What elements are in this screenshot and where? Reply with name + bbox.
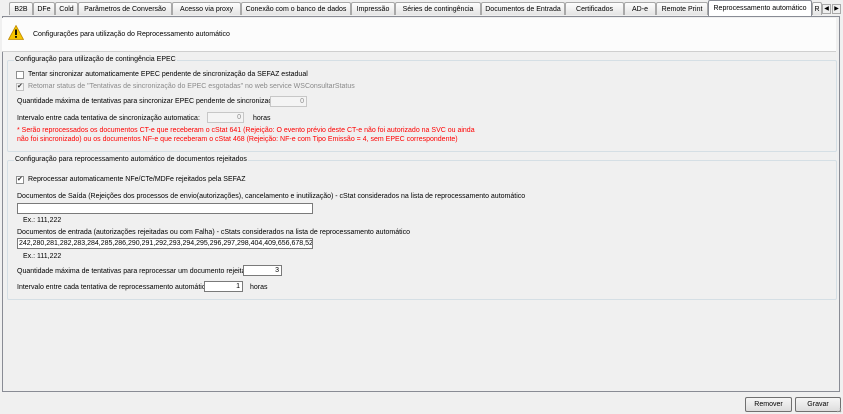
tab-series-contingencia[interactable]: Séries de contingência (395, 2, 481, 15)
tab-conexao-banco[interactable]: Conexão com o banco de dados (241, 2, 351, 15)
tab-impressao[interactable]: Impressão (351, 2, 395, 15)
tab-documentos-entrada[interactable]: Documentos de Entrada (481, 2, 565, 15)
epec-interval-input[interactable]: 0 (207, 112, 244, 123)
epec-retomar-label: Retomar status de "Tentativas de sincron… (28, 83, 355, 90)
entrada-example: Ex.: 111,222 (23, 253, 62, 260)
tab-scroll-right-button[interactable]: ▶ (832, 4, 841, 14)
remove-button[interactable]: Remover (745, 397, 792, 412)
chevron-right-icon: ▶ (834, 6, 839, 12)
epec-max-attempts-label: Quantidade máxima de tentativas para sin… (17, 98, 282, 105)
epec-interval-unit: horas (253, 115, 271, 122)
saida-input[interactable] (17, 203, 313, 214)
warning-icon (8, 25, 24, 40)
rejected-max-attempts-input[interactable]: 3 (243, 265, 282, 276)
saida-example: Ex.: 111,222 (23, 217, 62, 224)
entrada-input[interactable]: 242,280,281,282,283,284,285,286,290,291,… (17, 238, 313, 249)
epec-interval-label: Intervalo entre cada tentativa de sincro… (17, 115, 200, 122)
tab-certificados[interactable]: Certificados (565, 2, 624, 15)
tab-b2b[interactable]: B2B (9, 2, 33, 15)
saida-label: Documentos de Saída (Rejeições dos proce… (17, 193, 526, 200)
rejected-group-title: Configuração para reprocessamento automá… (14, 156, 248, 163)
tab-parametros-conversao[interactable]: Parâmetros de Conversão (78, 2, 172, 15)
rejected-interval-unit: horas (250, 284, 268, 291)
epec-sync-label: Tentar sincronizar automaticamente EPEC … (28, 71, 308, 78)
rejected-max-attempts-label: Quantidade máxima de tentativas para rep… (17, 268, 256, 275)
epec-group-title: Configuração para utilização de contingê… (14, 56, 177, 63)
tab-reprocessamento-automatico[interactable]: Reprocessamento automático (708, 0, 812, 16)
warning-banner: Configurações para utilização do Reproce… (2, 18, 836, 52)
entrada-label: Documentos de entrada (autorizações reje… (17, 229, 410, 236)
reprocess-checkbox[interactable] (16, 175, 24, 184)
epec-retomar-checkbox[interactable] (16, 82, 24, 91)
epec-sync-checkbox[interactable] (16, 71, 24, 79)
tab-cold[interactable]: Cold (55, 2, 78, 15)
reprocess-label: Reprocessar automaticamente NFe/CTe/MDFe… (28, 176, 246, 183)
warning-text: Configurações para utilização do Reproce… (33, 31, 230, 38)
bottom-bar: Remover Gravar (0, 392, 843, 414)
resize-grip-icon[interactable] (834, 405, 842, 413)
rejected-interval-label: Intervalo entre cada tentativa de reproc… (17, 284, 212, 291)
epec-note: * Serão reprocessados os documentos CT-e… (17, 127, 475, 143)
rejected-interval-input[interactable]: 1 (204, 281, 243, 292)
tab-dfe[interactable]: DFe (33, 2, 55, 15)
tab-ad-e[interactable]: AD-e (624, 2, 656, 15)
tab-remote-print[interactable]: Remote Print (656, 2, 708, 15)
rejected-group: Configuração para reprocessamento automá… (7, 156, 837, 300)
epec-group: Configuração para utilização de contingê… (7, 56, 837, 152)
epec-max-attempts-input[interactable]: 0 (270, 96, 307, 107)
tab-acesso-proxy[interactable]: Acesso via proxy (172, 2, 241, 15)
chevron-left-icon: ◀ (824, 6, 829, 12)
tab-strip: B2B DFe Cold Parâmetros de Conversão Ace… (0, 0, 843, 17)
tab-partial[interactable]: R (812, 2, 822, 15)
tab-scroll-left-button[interactable]: ◀ (822, 4, 831, 14)
